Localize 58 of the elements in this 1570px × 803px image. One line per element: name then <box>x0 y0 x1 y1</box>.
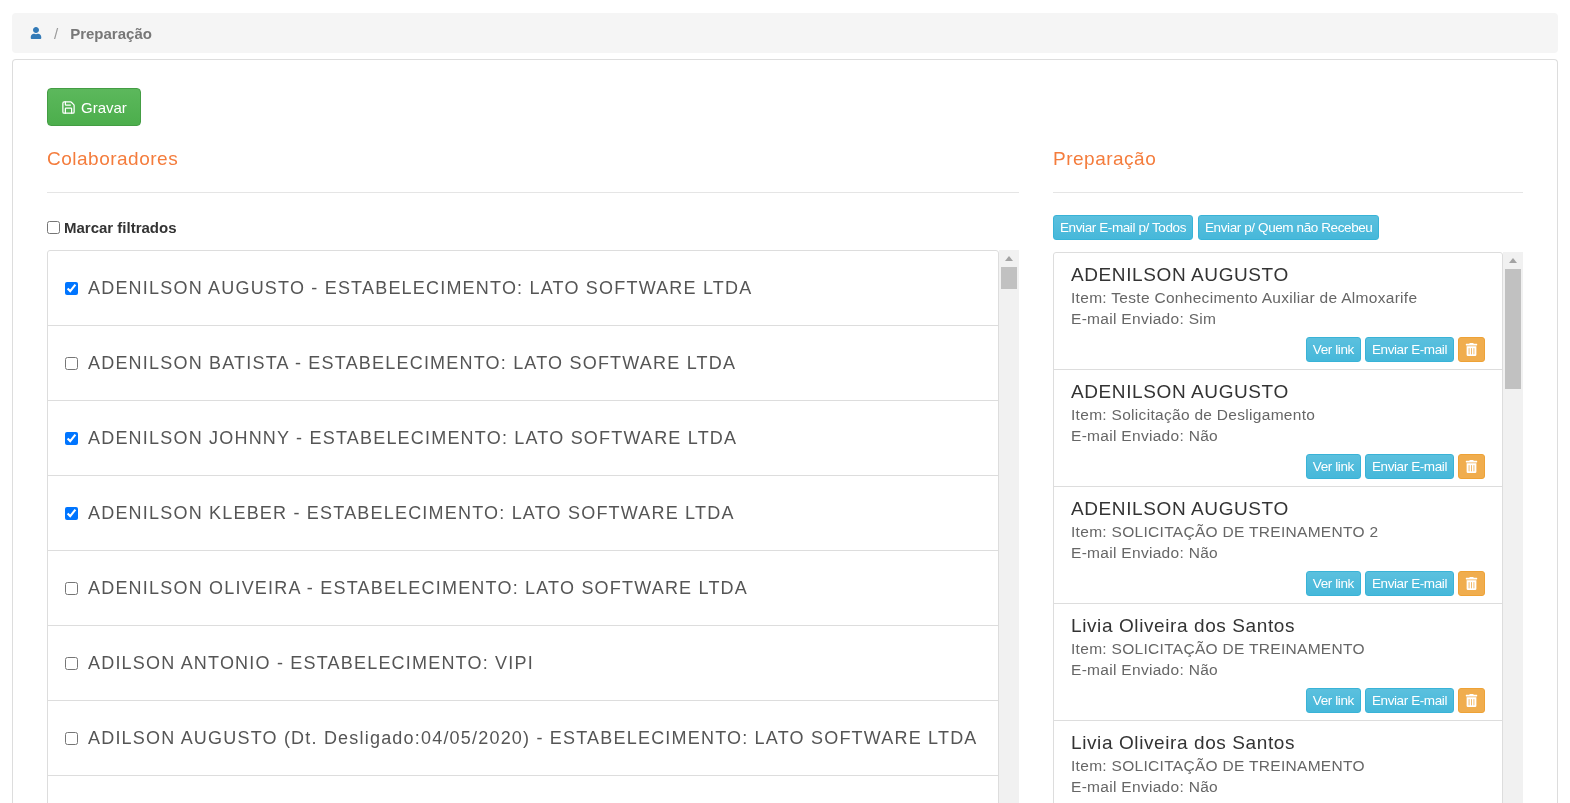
checkbox[interactable] <box>65 581 78 595</box>
delete-button[interactable] <box>1458 688 1485 713</box>
send-email-button[interactable]: Enviar E-mail <box>1364 337 1454 362</box>
checkbox[interactable] <box>65 656 78 670</box>
breadcrumb-separator: / <box>54 24 59 42</box>
checkbox[interactable] <box>65 356 78 370</box>
employee-label: ADENILSON OLIVEIRA - ESTABELECIMENTO: LATO SOFTWARE LTDA <box>88 577 748 599</box>
trash-icon <box>1465 460 1478 473</box>
send-email-button[interactable]: Enviar E-mail <box>1364 688 1454 713</box>
view-link-button[interactable]: Ver link <box>1305 571 1361 596</box>
scrollbar[interactable] <box>999 250 1019 803</box>
trash-icon <box>1465 694 1478 707</box>
send-email-button[interactable]: Enviar p/ Quem não Recebeu <box>1198 215 1380 240</box>
item-text: Item: Solicitação de Desligamento <box>1071 406 1317 424</box>
checkbox[interactable] <box>47 221 60 234</box>
section-title: Colaboradores <box>47 148 1019 193</box>
employee-label: ADENILSON JOHNNY - ESTABELECIMENTO: LATO SOFTWARE LTDA <box>88 427 738 449</box>
send-email-button[interactable]: Enviar E-mail <box>1364 571 1454 596</box>
scrollbar[interactable] <box>1503 252 1523 803</box>
view-link-button[interactable]: Ver link <box>1305 688 1361 713</box>
employee-label: ADENILSON KLEBER - ESTABELECIMENTO: LATO SOFTWARE LTDA <box>88 502 735 524</box>
trash-icon <box>1465 343 1478 356</box>
view-link-button[interactable]: Ver link <box>1305 454 1361 479</box>
trash-icon <box>1465 577 1478 590</box>
checkbox[interactable] <box>65 431 78 445</box>
email-status: E-mail Enviado: Não <box>1071 544 1219 562</box>
email-status: E-mail Enviado: Sim <box>1071 310 1218 328</box>
item-text: Item: SOLICITAÇÃO DE TREINAMENTO <box>1071 757 1366 775</box>
employee-name: ADENILSON AUGUSTO <box>1071 498 1290 520</box>
delete-button[interactable] <box>1458 454 1485 479</box>
view-link-button[interactable]: Ver link <box>1305 337 1361 362</box>
checkbox[interactable] <box>65 281 78 295</box>
employee-name: Livia Oliveira dos Santos <box>1071 732 1297 754</box>
item-text: Item: SOLICITAÇÃO DE TREINAMENTO 2 <box>1071 523 1380 541</box>
employee-name: ADENILSON AUGUSTO <box>1071 264 1290 286</box>
send-email-button[interactable]: Enviar E-mail <box>1364 454 1454 479</box>
item-text: Item: SOLICITAÇÃO DE TREINAMENTO <box>1071 640 1366 658</box>
employee-label: ADENILSON AUGUSTO - ESTABELECIMENTO: LATO SOFTWARE LTDA <box>88 277 753 299</box>
section-title: Preparação <box>1053 148 1523 193</box>
item-text: Item: Teste Conhecimento Auxiliar de Almoxarife <box>1071 289 1419 307</box>
employee-label: ADILSON ANTONIO - ESTABELECIMENTO: VIPI <box>88 652 534 674</box>
checkbox[interactable] <box>65 731 78 745</box>
employee-name: Livia Oliveira dos Santos <box>1071 615 1297 637</box>
send-email-button[interactable]: Enviar E-mail p/ Todos <box>1053 215 1193 240</box>
employee-name: ADENILSON AUGUSTO <box>1071 381 1290 403</box>
employee-label: ADILSON AUGUSTO (Dt. Desligado:04/05/2020) - ESTABELECIMENTO: LATO SOFTWARE LTDA <box>88 727 978 749</box>
save-icon <box>61 99 76 115</box>
delete-button[interactable] <box>1458 337 1485 362</box>
email-status: E-mail Enviado: Não <box>1071 661 1219 679</box>
email-status: E-mail Enviado: Não <box>1071 778 1219 796</box>
breadcrumb-current: Preparação <box>70 24 152 42</box>
checkbox-label: Marcar filtrados <box>64 219 177 236</box>
save-button[interactable]: Gravar <box>47 88 141 126</box>
email-status: E-mail Enviado: Não <box>1071 427 1219 445</box>
user-icon[interactable] <box>30 27 42 39</box>
checkbox[interactable] <box>65 506 78 520</box>
employee-label: ADENILSON BATISTA - ESTABELECIMENTO: LATO SOFTWARE LTDA <box>88 352 737 374</box>
delete-button[interactable] <box>1458 571 1485 596</box>
